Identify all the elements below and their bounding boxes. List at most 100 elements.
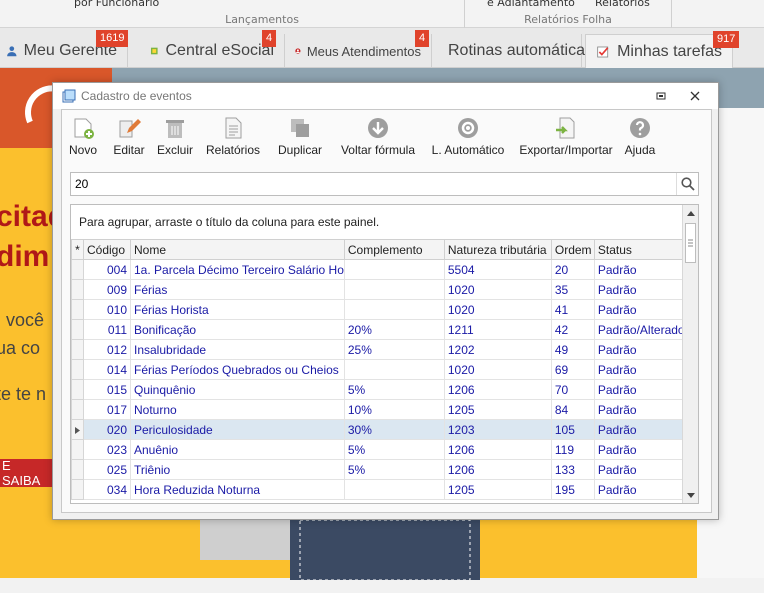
table-row[interactable]: 004 1a. Parcela Décimo Terceiro Salário H…: [71, 259, 694, 280]
ribbon-group-label: Lançamentos: [225, 13, 299, 26]
cell-natureza: 1211: [443, 319, 552, 340]
cell-complemento: 5%: [343, 459, 445, 480]
cell-complemento: 25%: [343, 339, 445, 360]
excluir-button[interactable]: Excluir: [152, 110, 198, 160]
row-indicator[interactable]: [71, 399, 84, 420]
row-indicator-header[interactable]: *: [71, 239, 84, 260]
row-indicator[interactable]: [71, 479, 84, 500]
scrollbar-thumb[interactable]: [685, 223, 696, 263]
table-row[interactable]: 034 Hora Reduzida Noturna 1205 195 Padrão: [71, 479, 694, 500]
column-header-ordem[interactable]: Ordem: [550, 239, 595, 260]
tab-rotinas-automaticas[interactable]: Rotinas automáticas: [432, 34, 593, 68]
tab-meu-gerente[interactable]: Meu Gerente 1619: [0, 30, 129, 68]
table-row[interactable]: 012 Insalubridade 25% 1202 49 Padrão: [71, 339, 694, 360]
cell-status: Padrão: [593, 259, 694, 280]
cell-complemento: 5%: [343, 379, 445, 400]
table-row[interactable]: 015 Quinquênio 5% 1206 70 Padrão: [71, 379, 694, 400]
table-row[interactable]: 009 Férias 1020 35 Padrão: [71, 279, 694, 300]
column-header-natureza[interactable]: Natureza tributária: [443, 239, 552, 260]
cell-complemento: [343, 479, 445, 500]
table-row[interactable]: 023 Anuênio 5% 1206 119 Padrão: [71, 439, 694, 460]
cell-codigo: 017: [83, 399, 131, 420]
row-indicator[interactable]: [71, 439, 84, 460]
row-indicator[interactable]: [71, 299, 84, 320]
tool-label: Voltar fórmula: [340, 143, 416, 157]
row-indicator[interactable]: [71, 379, 84, 400]
events-grid: Para agrupar, arraste o título da coluna…: [70, 204, 699, 504]
group-by-hint: Para agrupar, arraste o título da coluna…: [79, 215, 380, 229]
row-indicator[interactable]: [71, 319, 84, 340]
column-header-status[interactable]: Status: [593, 239, 694, 260]
cell-natureza: 1205: [443, 399, 552, 420]
cell-ordem: 119: [550, 439, 595, 460]
duplicar-button[interactable]: Duplicar: [272, 110, 328, 160]
table-row[interactable]: 017 Noturno 10% 1205 84 Padrão: [71, 399, 694, 420]
cell-complemento: [343, 279, 445, 300]
trash-icon: [166, 120, 184, 138]
column-header-nome[interactable]: Nome: [130, 239, 345, 260]
tab-meus-atendimentos[interactable]: Meus Atendimentos 4: [285, 30, 432, 68]
cell-ordem: 195: [550, 479, 595, 500]
row-indicator[interactable]: [71, 419, 84, 440]
column-header-codigo[interactable]: Código: [83, 239, 131, 260]
ribbon-item-relatorios[interactable]: Relatórios: [595, 0, 650, 9]
search-input[interactable]: [71, 173, 671, 195]
cell-ordem: 42: [550, 319, 595, 340]
cell-nome: Triênio: [130, 459, 345, 480]
saiba-label: E SAIBA: [2, 458, 41, 488]
cell-nome: Hora Reduzida Noturna: [130, 479, 345, 500]
voltar-formula-button[interactable]: Voltar fórmula: [336, 110, 420, 160]
saiba-mais-button[interactable]: E SAIBA: [0, 458, 52, 488]
notification-badge: 917: [713, 31, 740, 48]
table-row[interactable]: 011 Bonificação 20% 1211 42 Padrão/Alterado: [71, 319, 694, 340]
dialog-title: Cadastro de eventos: [81, 89, 192, 103]
exportar-importar-button[interactable]: Exportar/Importar: [516, 110, 616, 160]
cell-status: Padrão: [593, 419, 694, 440]
arrow-down-icon: [687, 492, 695, 498]
scroll-down-arrow[interactable]: [683, 487, 698, 503]
cell-natureza: 1206: [443, 439, 552, 460]
tab-central-esocial[interactable]: Central eSocial 4: [140, 30, 285, 68]
vertical-scrollbar[interactable]: [682, 205, 698, 503]
row-indicator[interactable]: [71, 279, 84, 300]
current-row-icon: [75, 426, 80, 434]
cell-status: Padrão/Alterado: [593, 319, 694, 340]
column-header-complemento[interactable]: Complemento: [343, 239, 445, 260]
table-row[interactable]: 010 Férias Horista 1020 41 Padrão: [71, 299, 694, 320]
promo-heading-line2: dim: [0, 240, 50, 273]
novo-button[interactable]: Novo: [64, 110, 102, 160]
table-row[interactable]: 014 Férias Períodos Quebrados ou Cheios 10…: [71, 359, 694, 380]
table-row[interactable]: 020 Periculosidade 30% 1203 105 Padrão: [71, 419, 694, 440]
cell-natureza: 1206: [443, 379, 552, 400]
row-indicator[interactable]: [71, 359, 84, 380]
search-button[interactable]: [676, 173, 698, 195]
scroll-up-arrow[interactable]: [683, 205, 698, 221]
ribbon-item-por-funcionario[interactable]: por Funcionário: [74, 0, 159, 9]
dialog-titlebar[interactable]: Cadastro de eventos: [53, 83, 718, 109]
person-with-laptop-image: [200, 520, 480, 580]
close-button[interactable]: [685, 87, 705, 105]
tool-label: Exportar/Importar: [519, 143, 613, 157]
table-row[interactable]: 025 Triênio 5% 1206 133 Padrão: [71, 459, 694, 480]
restore-button[interactable]: [651, 87, 671, 105]
tab-minhas-tarefas[interactable]: Minhas tarefas 917: [585, 31, 740, 68]
cell-codigo: 025: [83, 459, 131, 480]
row-indicator[interactable]: [71, 259, 84, 280]
tool-label: Duplicar: [277, 143, 322, 157]
support-icon: [295, 48, 301, 54]
ajuda-button[interactable]: Ajuda: [620, 110, 660, 160]
desktop: por Funcionário Lançamentos e Adiantamen…: [0, 0, 764, 593]
ribbon-item-adiantamento[interactable]: e Adiantamento: [487, 0, 575, 9]
cell-codigo: 012: [83, 339, 131, 360]
tool-label: Relatórios: [205, 143, 261, 157]
row-indicator[interactable]: [71, 339, 84, 360]
l-automatico-button[interactable]: L. Automático: [428, 110, 508, 160]
row-indicator[interactable]: [71, 459, 84, 480]
help-icon: [630, 118, 650, 138]
notification-badge: 4: [415, 30, 430, 47]
relatorios-button[interactable]: Relatórios: [202, 110, 264, 160]
editar-button[interactable]: Editar: [106, 110, 152, 160]
cell-status: Padrão: [593, 399, 694, 420]
cell-codigo: 023: [83, 439, 131, 460]
cell-complemento: 30%: [343, 419, 445, 440]
